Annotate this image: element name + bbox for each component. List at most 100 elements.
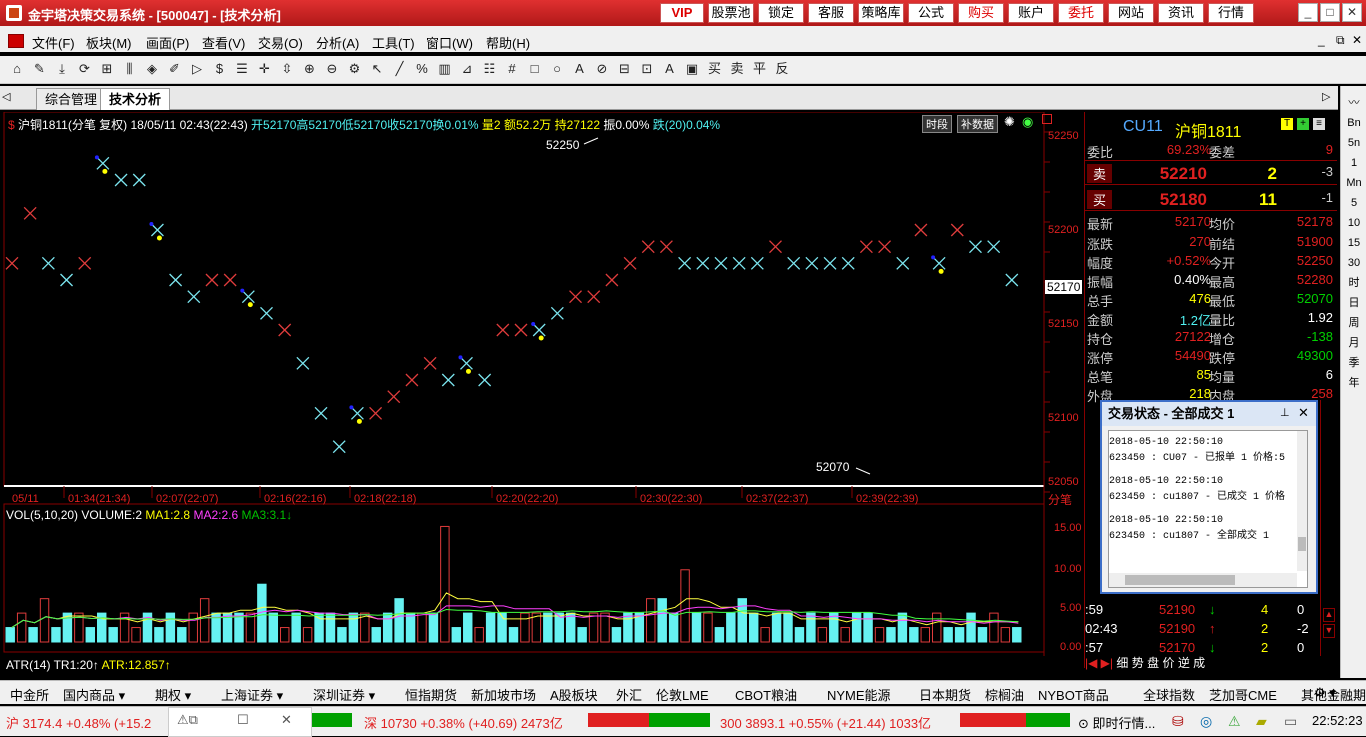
- market-tab[interactable]: CBOT粮油: [735, 685, 797, 704]
- toolbar-tool-icon[interactable]: ⟳: [76, 60, 94, 78]
- floating-toolbar[interactable]: ⚠⧉ ☐ ✕: [168, 707, 312, 737]
- market-tab[interactable]: 外汇: [616, 685, 642, 704]
- toolbar-tool-icon[interactable]: ▣: [683, 60, 701, 78]
- period-12[interactable]: 季: [1341, 354, 1366, 372]
- toolbar-tool-icon[interactable]: ▷: [188, 60, 206, 78]
- log-vscrollbar[interactable]: [1297, 431, 1307, 571]
- market-tab[interactable]: 期权 ▾: [155, 685, 191, 704]
- market-tab[interactable]: NYBOT商品: [1038, 685, 1109, 704]
- period-5[interactable]: 10: [1341, 214, 1366, 232]
- list-icon[interactable]: ≡: [1313, 118, 1325, 130]
- toolbar-tool-icon[interactable]: %: [413, 60, 431, 78]
- strategy-button[interactable]: 策略库: [858, 3, 904, 23]
- log-vscroll-thumb[interactable]: [1298, 537, 1306, 551]
- tab-scroll-left-icon[interactable]: ◁: [2, 90, 10, 103]
- menu-analysis[interactable]: 分析(A): [316, 33, 359, 52]
- menu-window[interactable]: 窗口(W): [426, 33, 473, 52]
- toolbar-tool-icon[interactable]: ☰: [233, 60, 251, 78]
- period-9[interactable]: 日: [1341, 294, 1366, 312]
- price-chart-svg[interactable]: [0, 112, 1086, 656]
- minimize-button[interactable]: _: [1298, 3, 1318, 22]
- log-hscroll-thumb[interactable]: [1125, 575, 1235, 585]
- order-button[interactable]: 委托: [1058, 3, 1104, 23]
- menu-file[interactable]: 文件(F): [32, 33, 75, 52]
- toolbar-tool-icon[interactable]: ▥: [436, 60, 454, 78]
- period-8[interactable]: 时: [1341, 274, 1366, 292]
- period-4[interactable]: 5: [1341, 194, 1366, 212]
- status-green-icon[interactable]: +: [1297, 118, 1309, 130]
- trade-status-dialog[interactable]: 交易状态 - 全部成交 1 ⊥ ✕ 2018-05-10 22:50:10 62…: [1100, 400, 1318, 594]
- market-settings-icon[interactable]: ⚙ ▾: [1314, 685, 1336, 701]
- toolbar-tool-icon[interactable]: ⫼: [121, 60, 139, 78]
- menu-board[interactable]: 板块(M): [86, 33, 132, 52]
- market-tab[interactable]: 中金所: [10, 685, 49, 704]
- tick-scroll-up-icon[interactable]: ▲: [1323, 608, 1335, 622]
- market-tab[interactable]: 伦敦LME: [656, 685, 709, 704]
- toolbar-tool-icon[interactable]: 买: [706, 60, 724, 78]
- toolbar-tool-icon[interactable]: 卖: [728, 60, 746, 78]
- period-1[interactable]: 5n: [1341, 134, 1366, 152]
- folder-icon[interactable]: ▰: [1256, 713, 1267, 730]
- fill-data-button[interactable]: 补数据: [957, 115, 998, 133]
- toolbar-tool-icon[interactable]: 反: [773, 60, 791, 78]
- toolbar-tool-icon[interactable]: ○: [548, 60, 566, 78]
- log-hscrollbar[interactable]: [1109, 573, 1297, 587]
- service-button[interactable]: 客服: [808, 3, 854, 23]
- period-13[interactable]: 年: [1341, 374, 1366, 392]
- toolbar-tool-icon[interactable]: $: [211, 60, 229, 78]
- toolbar-tool-icon[interactable]: ↖: [368, 60, 386, 78]
- toolbar-tool-icon[interactable]: ⚙: [346, 60, 364, 78]
- vip-button[interactable]: VIP: [660, 3, 704, 23]
- toolbar-tool-icon[interactable]: ⊟: [616, 60, 634, 78]
- toolbar-tool-icon[interactable]: ◈: [143, 60, 161, 78]
- db-icon[interactable]: ⛁: [1172, 713, 1184, 730]
- toolbar-tool-icon[interactable]: ✛: [256, 60, 274, 78]
- news-button[interactable]: 资讯: [1158, 3, 1204, 23]
- period-7[interactable]: 30: [1341, 254, 1366, 272]
- market-tab[interactable]: 上海证券 ▾: [221, 685, 283, 704]
- toolbar-tool-icon[interactable]: 平: [751, 60, 769, 78]
- expand-icon[interactable]: [1042, 114, 1052, 124]
- chart-area[interactable]: $ 沪铜1811(分笔 复权) 18/05/11 02:43(22:43) 开5…: [0, 112, 1086, 656]
- toolbar-tool-icon[interactable]: ⊿: [458, 60, 476, 78]
- menu-help[interactable]: 帮助(H): [486, 33, 530, 52]
- toolbar-tool-icon[interactable]: A: [571, 60, 589, 78]
- toolbar-tool-icon[interactable]: ⌂: [8, 60, 26, 78]
- website-button[interactable]: 网站: [1108, 3, 1154, 23]
- mdi-close-icon[interactable]: ✕: [1352, 33, 1362, 47]
- refresh-icon[interactable]: ◉: [1022, 114, 1033, 130]
- toolbar-tool-icon[interactable]: ⤓: [53, 60, 71, 78]
- time-range-button[interactable]: 时段: [922, 115, 952, 133]
- lock-button[interactable]: 锁定: [758, 3, 804, 23]
- account-button[interactable]: 账户: [1008, 3, 1054, 23]
- float-maximize-icon[interactable]: ☐: [237, 712, 249, 728]
- tick-scroll-down-icon[interactable]: ▼: [1323, 624, 1335, 638]
- tab-technical[interactable]: 技术分析: [100, 88, 171, 110]
- toolbar-tool-icon[interactable]: ✐: [166, 60, 184, 78]
- market-tab[interactable]: A股板块: [550, 685, 598, 704]
- maximize-button[interactable]: □: [1320, 3, 1340, 22]
- buy-button[interactable]: 购买: [958, 3, 1004, 23]
- alert-icon[interactable]: ⚠: [1228, 713, 1241, 730]
- period-2[interactable]: 1: [1341, 154, 1366, 172]
- menu-trade[interactable]: 交易(O): [258, 33, 303, 52]
- market-tab[interactable]: 恒指期货: [405, 685, 457, 704]
- toolbar-tool-icon[interactable]: ⊖: [323, 60, 341, 78]
- toolbar-tool-icon[interactable]: ╱: [391, 60, 409, 78]
- toolbar-tool-icon[interactable]: A: [661, 60, 679, 78]
- float-warning-icon[interactable]: ⚠⧉: [177, 712, 198, 728]
- market-tab[interactable]: 国内商品 ▾: [63, 685, 125, 704]
- tick-scroll-strip[interactable]: ▲ ▼: [1320, 400, 1338, 656]
- toolbar-tool-icon[interactable]: ⊘: [593, 60, 611, 78]
- mdi-minimize-icon[interactable]: _: [1318, 33, 1325, 47]
- stock-pool-button[interactable]: 股票池: [708, 3, 754, 23]
- dialog-close-icon[interactable]: ✕: [1298, 405, 1309, 421]
- chart-type-icon[interactable]: 〰: [1341, 94, 1366, 112]
- pin-icon[interactable]: ⊥: [1280, 406, 1290, 419]
- period-3[interactable]: Mn: [1341, 174, 1366, 192]
- market-tab[interactable]: 全球指数: [1143, 685, 1195, 704]
- market-tab[interactable]: 芝加哥CME: [1209, 685, 1277, 704]
- menu-tools[interactable]: 工具(T): [372, 33, 415, 52]
- period-11[interactable]: 月: [1341, 334, 1366, 352]
- toolbar-tool-icon[interactable]: □: [526, 60, 544, 78]
